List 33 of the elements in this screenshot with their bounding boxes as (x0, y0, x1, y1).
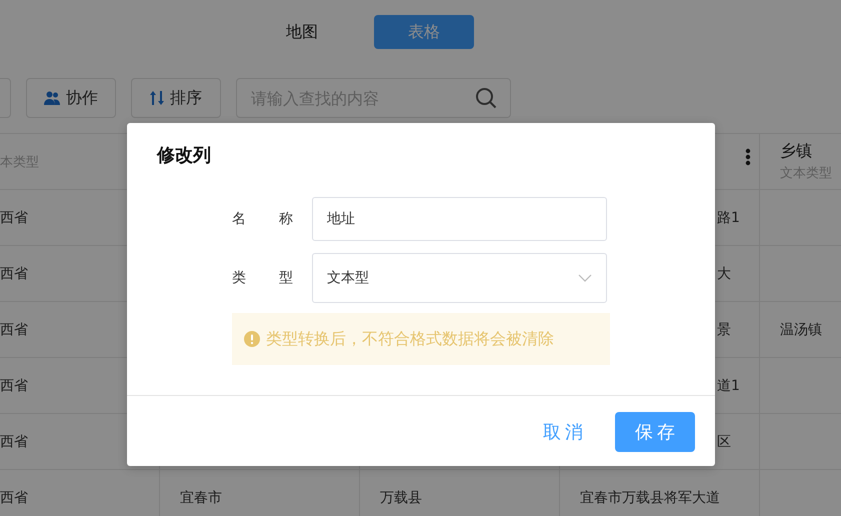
warning-text: 类型转换后，不符合格式数据将会被清除 (266, 328, 554, 350)
chevron-down-icon (578, 274, 592, 282)
table-cell: 西省 (0, 376, 28, 394)
table-cell: 路1 (717, 208, 740, 226)
table-cell: 道1 (717, 376, 740, 394)
name-input[interactable]: 地址 (312, 197, 607, 241)
table-cell: 西省 (0, 320, 28, 338)
table-cell: 西省 (0, 432, 28, 450)
warning-icon (244, 331, 260, 347)
dialog-title: 修改列 (156, 144, 212, 167)
table-cell: 万载县 (380, 488, 422, 506)
field-label: 类型 (232, 269, 293, 287)
table-cell: 西省 (0, 208, 28, 226)
table-cell: 温汤镇 (780, 320, 822, 338)
toolbar-button[interactable]: 排序 (131, 78, 221, 118)
field-label: 名称 (232, 210, 293, 228)
table-cell: 宜春市万载县将军大道 (580, 488, 720, 506)
table-cell: 宜春市 (180, 488, 222, 506)
toolbar-button[interactable]: 协作 (26, 78, 116, 118)
sort-arrows-icon (150, 90, 164, 106)
table-cell: 大 (717, 264, 731, 282)
search-icon[interactable] (475, 87, 497, 109)
more-icon[interactable] (745, 148, 751, 166)
table-cell: 景 (717, 320, 731, 338)
save-button[interactable]: 保存 (615, 412, 695, 452)
people-icon (44, 90, 60, 106)
column-title: 乡镇 (780, 141, 813, 162)
type-select[interactable]: 文本型 (312, 253, 607, 303)
table-cell: 西省 (0, 264, 28, 282)
view-tab[interactable]: 地图 (286, 15, 318, 49)
table-cell: 西省 (0, 488, 28, 506)
cancel-button[interactable]: 取消 (543, 420, 587, 444)
table-cell: 区 (717, 432, 731, 450)
